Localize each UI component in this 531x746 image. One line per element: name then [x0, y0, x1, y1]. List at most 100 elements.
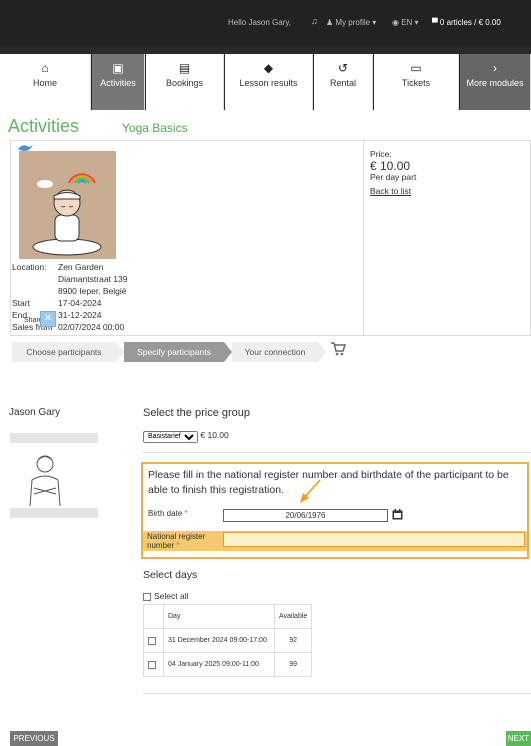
- language-label: EN ▾: [401, 18, 419, 27]
- national-register-label: National register number *: [147, 532, 217, 550]
- tab-label: Rental: [329, 78, 356, 88]
- available-cell: 92: [273, 628, 313, 653]
- tab-lesson-results[interactable]: ◆ Lesson results: [225, 54, 313, 110]
- price-group-title: Select the price group: [143, 407, 251, 419]
- calendar-icon[interactable]: [392, 509, 403, 520]
- calendar-icon: ▣: [112, 61, 124, 75]
- header-day: Day: [163, 604, 275, 629]
- tab-label: Activities: [100, 78, 136, 88]
- back-to-list-link[interactable]: Back to list: [370, 186, 412, 196]
- start-row: Start 17-04-2024: [12, 298, 101, 308]
- table-row: 04 January 2025 09:00-11:00 99: [143, 652, 313, 677]
- day-checkbox[interactable]: [148, 660, 156, 669]
- days-table: Day Available 31 December 2024 09:00-17:…: [143, 604, 313, 677]
- top-bar: Hello Jason Gary, ♫ ♟ My profile ▾ ◉ EN …: [0, 0, 531, 46]
- pointer-arrow-icon: [300, 479, 321, 503]
- bird-icon: [18, 145, 33, 151]
- divider: [143, 452, 531, 453]
- tab-activities[interactable]: ▣ Activities: [92, 54, 145, 110]
- page-title: Activities: [8, 116, 80, 136]
- price-group-row: Basistarief € 10.00: [143, 430, 229, 443]
- header-available: Available: [273, 604, 313, 629]
- next-button[interactable]: NEXT: [506, 731, 531, 746]
- table-header: Day Available: [143, 604, 313, 629]
- start-label: Start: [12, 298, 30, 308]
- step-arrow: [318, 342, 326, 362]
- step-arrow: [116, 342, 124, 362]
- tab-rental[interactable]: ↺ Rental: [314, 54, 373, 110]
- select-all-label: Select all: [154, 591, 189, 601]
- activity-title: Yoga Basics: [122, 121, 188, 135]
- tab-label: Home: [32, 78, 57, 88]
- tab-label: Lesson results: [239, 78, 298, 88]
- card-divider: [363, 141, 364, 335]
- day-checkbox[interactable]: [148, 636, 156, 645]
- cart-summary[interactable]: ▀ 0 articles / € 0.00: [432, 18, 501, 27]
- participant-avatar: [29, 455, 61, 507]
- select-all-checkbox[interactable]: [143, 592, 151, 601]
- location-line-1: Zen Garden: [58, 262, 104, 272]
- end-date: 31-12-2024: [58, 310, 102, 320]
- sales-date: 02/07/2024 00:00: [58, 322, 125, 332]
- notice-text: Please fill in the national register num…: [148, 469, 509, 496]
- day-cell: 04 January 2025 09:00-11:00: [163, 652, 275, 677]
- day-cell: 31 December 2024 09:00-17:00: [163, 628, 275, 653]
- tab-label: Tickets: [401, 78, 431, 88]
- required-marker: *: [184, 509, 188, 518]
- step-choose-participants[interactable]: Choose participants: [12, 342, 116, 362]
- tab-label: Bookings: [165, 78, 204, 88]
- tab-tickets[interactable]: ▭ Tickets: [374, 54, 459, 110]
- step-specify-participants[interactable]: Specify participants: [124, 342, 224, 362]
- select-days-title: Select days: [143, 569, 198, 581]
- start-date: 17-04-2024: [58, 298, 102, 308]
- activity-image: [19, 151, 116, 259]
- yoga-illustration: [32, 173, 102, 256]
- language-menu[interactable]: ◉ EN ▾: [392, 18, 419, 27]
- my-profile-label: My profile ▾: [335, 18, 377, 27]
- previous-button[interactable]: PREVIOUS: [10, 731, 58, 746]
- my-profile-menu[interactable]: ♟ My profile ▾: [326, 18, 376, 27]
- available-cell: 99: [273, 652, 313, 677]
- placeholder-bar: [10, 508, 98, 518]
- birth-date-input[interactable]: 20/06/1976: [223, 509, 388, 522]
- bell-icon[interactable]: ♫: [311, 16, 318, 26]
- greeting: Hello Jason Gary,: [228, 18, 291, 27]
- history-icon: ↺: [337, 61, 349, 75]
- tab-home[interactable]: ⌂ Home: [0, 54, 91, 110]
- graduation-cap-icon: ◆: [263, 61, 274, 75]
- row-checkbox-cell: [143, 628, 164, 653]
- table-row: 31 December 2024 09:00-17:00 92: [143, 628, 313, 653]
- main-navigation: ⌂ Home ▣ Activities ▤ Bookings ◆ Lesson …: [0, 46, 531, 110]
- home-icon: ⌂: [41, 61, 49, 75]
- price-group-select[interactable]: Basistarief: [143, 430, 198, 443]
- location-line-2: Diamantstraat 139: [58, 274, 128, 284]
- national-register-row: National register number *: [143, 531, 527, 551]
- tab-bookings[interactable]: ▤ Bookings: [146, 54, 224, 110]
- price-group-price: € 10.00: [200, 430, 229, 440]
- chevron-right-icon: ›: [493, 61, 497, 75]
- ticket-icon: ▭: [410, 61, 422, 75]
- national-register-input[interactable]: [223, 532, 525, 547]
- select-all-row[interactable]: Select all: [143, 591, 189, 601]
- divider: [143, 693, 531, 694]
- location-label: Location:: [12, 262, 47, 272]
- shopping-cart-icon: [331, 342, 346, 356]
- price-label: Price:: [370, 149, 392, 159]
- clipboard-icon: ▤: [178, 61, 191, 75]
- share-x-icon[interactable]: ✕: [40, 311, 56, 327]
- placeholder-bar: [10, 433, 98, 443]
- per-day-text: Per day part: [370, 172, 417, 182]
- step-arrow: [224, 342, 232, 362]
- header-checkbox-cell: [143, 604, 164, 629]
- registration-notice: Please fill in the national register num…: [141, 462, 529, 559]
- tab-more-modules[interactable]: › More modules: [460, 54, 531, 110]
- tab-label: More modules: [466, 78, 524, 88]
- row-checkbox-cell: [143, 652, 164, 677]
- cart-label: 0 articles / € 0.00: [439, 18, 501, 27]
- step-your-connection[interactable]: Your connection: [232, 342, 318, 362]
- birth-date-label: Birth date *: [148, 509, 188, 518]
- participant-name: Jason Gary: [9, 407, 61, 418]
- price-value: € 10.00: [370, 159, 411, 173]
- required-marker: *: [176, 541, 180, 550]
- location-line-3: 8900 Ieper, België: [58, 286, 127, 296]
